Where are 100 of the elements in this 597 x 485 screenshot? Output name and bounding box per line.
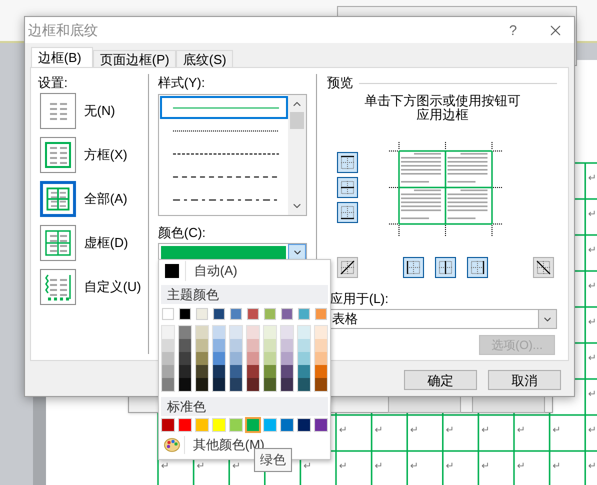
line-style-list[interactable] [158,94,307,216]
tooltip: 绿色 [254,448,292,472]
color-swatch[interactable] [230,339,242,352]
color-swatch[interactable] [264,419,276,431]
color-swatch[interactable] [247,365,259,378]
color-swatch[interactable] [281,308,293,320]
color-swatch[interactable] [298,352,310,365]
color-swatch[interactable] [315,339,327,352]
color-swatch[interactable] [213,419,225,431]
color-swatch[interactable] [196,378,208,391]
color-swatch[interactable] [213,365,225,378]
color-swatch[interactable] [264,326,276,339]
border-toggle-button[interactable] [337,257,358,278]
color-swatch[interactable] [315,365,327,378]
color-swatch[interactable] [179,352,191,365]
color-swatch[interactable] [213,326,225,339]
setting-option[interactable] [40,225,76,261]
color-swatch[interactable] [247,326,259,339]
color-swatch[interactable] [179,326,191,339]
color-swatch[interactable] [247,378,259,391]
paragraph-mark: ↵ [516,461,526,472]
color-swatch[interactable] [179,339,191,352]
color-swatch[interactable] [298,308,310,320]
color-swatch[interactable] [281,365,293,378]
color-swatch[interactable] [230,308,242,320]
border-toggle-button[interactable] [533,257,554,278]
color-swatch[interactable] [264,378,276,391]
setting-option[interactable] [40,269,76,305]
color-swatch[interactable] [247,419,259,431]
border-toggle-button[interactable] [435,257,456,278]
color-swatch[interactable] [162,339,174,352]
border-toggle-button[interactable] [403,257,424,278]
color-swatch[interactable] [162,365,174,378]
color-swatch[interactable] [247,339,259,352]
color-swatch[interactable] [179,378,191,391]
color-swatch[interactable] [298,378,310,391]
color-swatch[interactable] [315,419,327,431]
color-swatch[interactable] [230,352,242,365]
color-swatch[interactable] [196,419,208,431]
color-swatch[interactable] [264,339,276,352]
border-toggle-button[interactable] [337,152,358,173]
color-swatch[interactable] [213,352,225,365]
help-button[interactable]: ? [503,20,523,40]
color-swatch[interactable] [264,308,276,320]
color-swatch[interactable] [298,365,310,378]
color-swatch[interactable] [298,419,310,431]
color-swatch[interactable] [196,365,208,378]
color-swatch[interactable] [162,378,174,391]
color-swatch[interactable] [247,308,259,320]
color-swatch[interactable] [230,419,242,431]
setting-option[interactable] [40,137,76,173]
tab[interactable]: 边框(B) [31,47,93,67]
color-swatch[interactable] [162,352,174,365]
paragraph-mark: ↵ [338,425,348,436]
color-swatch[interactable] [179,308,191,320]
color-swatch[interactable] [230,365,242,378]
color-swatch[interactable] [298,326,310,339]
color-swatch[interactable] [196,308,208,320]
setting-option[interactable] [40,93,76,129]
border-toggle-button[interactable] [337,177,358,198]
tab[interactable]: 页面边框(P) [93,50,176,67]
color-swatch[interactable] [196,352,208,365]
border-toggle-button[interactable] [467,257,488,278]
color-swatch[interactable] [281,419,293,431]
color-swatch[interactable] [230,378,242,391]
dialog-button[interactable]: 确定 [404,370,477,390]
color-swatch[interactable] [281,352,293,365]
color-swatch[interactable] [281,378,293,391]
tab[interactable]: 底纹(S) [176,50,233,67]
color-swatch[interactable] [162,326,174,339]
scroll-thumb[interactable] [290,112,304,129]
color-swatch[interactable] [213,308,225,320]
color-swatch[interactable] [264,365,276,378]
apply-to-dropdown[interactable]: 表格 [330,309,557,329]
color-swatch[interactable] [196,339,208,352]
setting-option[interactable] [40,181,76,217]
color-swatch[interactable] [230,326,242,339]
color-swatch[interactable] [179,419,191,431]
automatic-color-item[interactable]: 自动(A) [159,260,330,282]
color-swatch[interactable] [315,326,327,339]
color-swatch[interactable] [213,339,225,352]
color-swatch[interactable] [264,352,276,365]
color-swatch[interactable] [315,308,327,320]
color-swatch[interactable] [281,339,293,352]
dialog-button[interactable]: 取消 [488,370,561,390]
color-swatch[interactable] [196,326,208,339]
paragraph-mark: ↵ [232,461,241,472]
color-swatch[interactable] [213,378,225,391]
border-toggle-button[interactable] [337,202,358,223]
section-label: 预览 [327,76,353,90]
color-swatch[interactable] [315,378,327,391]
window-title: 边框和底纹 [28,20,98,40]
color-swatch[interactable] [247,352,259,365]
color-swatch[interactable] [281,326,293,339]
color-swatch[interactable] [315,352,327,365]
scrollbar[interactable] [288,95,306,215]
color-swatch[interactable] [162,308,174,320]
color-swatch[interactable] [298,339,310,352]
color-swatch[interactable] [162,419,174,431]
color-swatch[interactable] [179,365,191,378]
